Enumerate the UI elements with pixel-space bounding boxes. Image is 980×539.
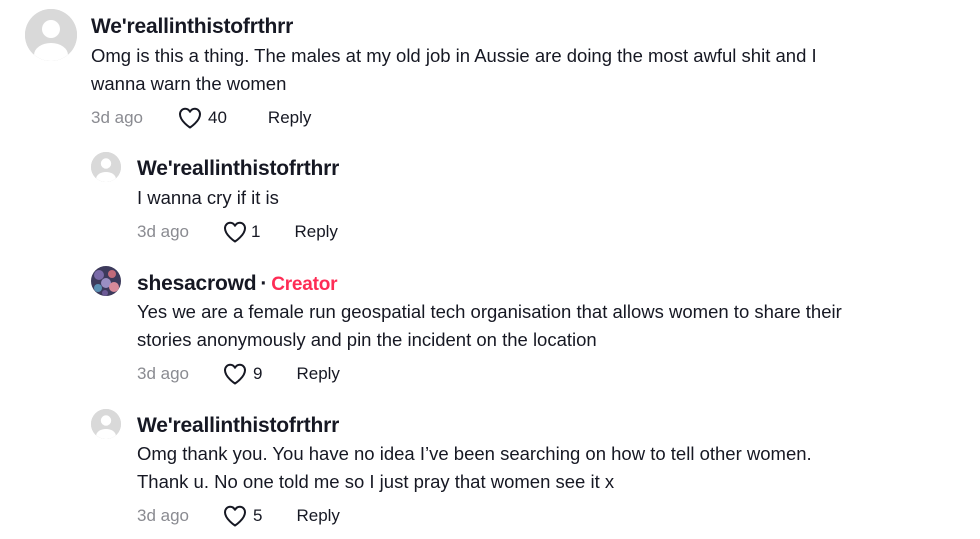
comment-text-line: Omg is this a thing. The males at my old…: [91, 45, 817, 66]
like-count: 9: [253, 364, 263, 383]
comment-text-line: stories anonymously and pin the incident…: [137, 329, 597, 350]
separator-dot: ·: [260, 272, 268, 295]
like-count: 1: [251, 222, 261, 241]
comment-text-line: wanna warn the women: [91, 73, 287, 94]
default-avatar-icon[interactable]: [25, 9, 77, 61]
creator-badge: Creator: [271, 274, 338, 295]
comment-date: 3d ago: [137, 506, 189, 525]
reply-item: shesacrowd · Creator Yes we are a female r…: [0, 258, 980, 400]
reply-item: We'reallinthistofrthrr Omg thank you. Yo…: [0, 400, 980, 539]
like-count: 5: [253, 506, 263, 525]
heart-icon: [224, 221, 246, 243]
reply-button[interactable]: Reply: [268, 108, 311, 128]
comment-meta: 3d ago 5 Reply: [137, 503, 340, 529]
heart-icon: [224, 363, 246, 385]
like-count: 40: [208, 108, 227, 127]
comment-text-line: I wanna cry if it is: [137, 187, 279, 208]
reply-button[interactable]: Reply: [296, 506, 339, 526]
like-button[interactable]: 5: [223, 505, 262, 527]
profile-photo-icon[interactable]: [91, 266, 121, 296]
default-avatar-icon[interactable]: [91, 152, 121, 182]
comment-username: shesacrowd · Creator: [137, 272, 338, 296]
comment-date: 3d ago: [137, 364, 189, 383]
comment-text-line: Thank u. No one told me so I just pray t…: [137, 471, 615, 492]
comment-text-line: Omg thank you. You have no idea I’ve bee…: [137, 443, 812, 464]
comment-username[interactable]: We'reallinthistofrthrr: [91, 15, 293, 39]
comment-username[interactable]: We'reallinthistofrthrr: [137, 414, 339, 438]
comment-meta: 3d ago 9 Reply: [137, 361, 340, 387]
reply-button[interactable]: Reply: [294, 222, 337, 242]
comment-username[interactable]: We'reallinthistofrthrr: [137, 157, 339, 181]
like-button[interactable]: 1: [223, 221, 260, 243]
like-button[interactable]: 40: [178, 107, 227, 129]
heart-icon: [224, 505, 246, 527]
creator-username[interactable]: shesacrowd: [137, 272, 257, 295]
default-avatar-icon[interactable]: [91, 409, 121, 439]
heart-icon: [179, 107, 201, 129]
comment-date: 3d ago: [137, 222, 189, 241]
reply-item: We'reallinthistofrthrr I wanna cry if it…: [0, 140, 980, 258]
comment-text-line: Yes we are a female run geospatial tech …: [137, 301, 842, 322]
comment-date: 3d ago: [91, 108, 143, 127]
comment-item: We'reallinthistofrthrr Omg is this a thi…: [0, 0, 980, 140]
like-button[interactable]: 9: [223, 363, 262, 385]
reply-button[interactable]: Reply: [296, 364, 339, 384]
comment-meta: 3d ago 40 Reply: [91, 105, 311, 131]
comment-meta: 3d ago 1 Reply: [137, 219, 338, 245]
